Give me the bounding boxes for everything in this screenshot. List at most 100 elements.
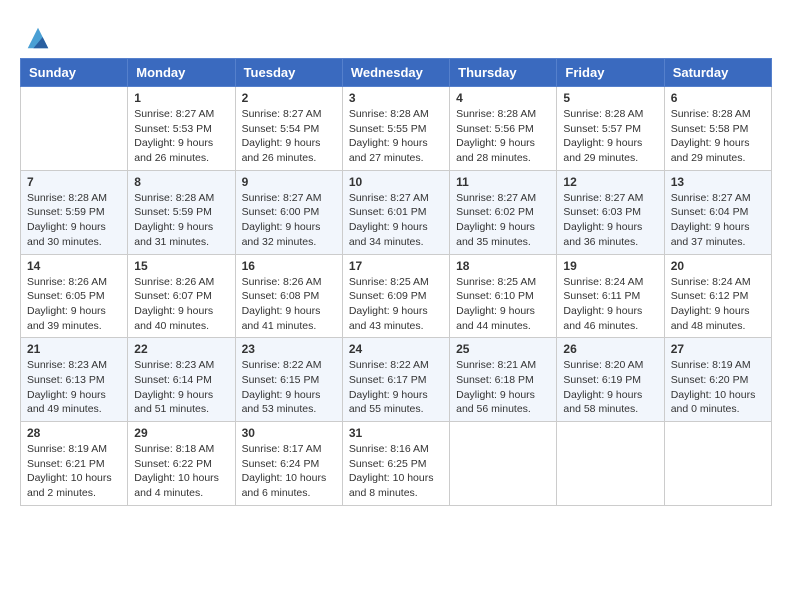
calendar-cell: 7 Sunrise: 8:28 AMSunset: 5:59 PMDaylight… [21, 170, 128, 254]
day-info: Sunrise: 8:26 AMSunset: 6:07 PMDaylight:… [134, 275, 228, 334]
calendar-week-row: 1 Sunrise: 8:27 AMSunset: 5:53 PMDaylight… [21, 87, 772, 171]
calendar-cell: 28 Sunrise: 8:19 AMSunset: 6:21 PMDayligh… [21, 422, 128, 506]
page-header [20, 20, 772, 52]
day-info: Sunrise: 8:24 AMSunset: 6:11 PMDaylight:… [563, 275, 657, 334]
calendar-cell: 13 Sunrise: 8:27 AMSunset: 6:04 PMDayligh… [664, 170, 771, 254]
weekday-header: Tuesday [235, 59, 342, 87]
day-info: Sunrise: 8:16 AMSunset: 6:25 PMDaylight:… [349, 442, 443, 501]
calendar-cell: 29 Sunrise: 8:18 AMSunset: 6:22 PMDayligh… [128, 422, 235, 506]
day-number: 27 [671, 342, 765, 356]
calendar-cell: 19Sunrise: 8:24 AMSunset: 6:11 PMDayligh… [557, 254, 664, 338]
day-number: 7 [27, 175, 121, 189]
day-number: 12 [563, 175, 657, 189]
day-number: 23 [242, 342, 336, 356]
day-info: Sunrise: 8:27 AMSunset: 5:53 PMDaylight:… [134, 107, 228, 166]
calendar-cell: 4 Sunrise: 8:28 AMSunset: 5:56 PMDaylight… [450, 87, 557, 171]
day-info: Sunrise: 8:22 AMSunset: 6:15 PMDaylight:… [242, 358, 336, 417]
day-number: 9 [242, 175, 336, 189]
day-number: 1 [134, 91, 228, 105]
weekday-header: Wednesday [342, 59, 449, 87]
day-number: 24 [349, 342, 443, 356]
day-info: Sunrise: 8:27 AMSunset: 6:02 PMDaylight:… [456, 191, 550, 250]
calendar-cell: 21 Sunrise: 8:23 AMSunset: 6:13 PMDayligh… [21, 338, 128, 422]
day-number: 21 [27, 342, 121, 356]
weekday-header: Friday [557, 59, 664, 87]
calendar-cell: 12 Sunrise: 8:27 AMSunset: 6:03 PMDayligh… [557, 170, 664, 254]
day-number: 26 [563, 342, 657, 356]
day-info: Sunrise: 8:28 AMSunset: 5:57 PMDaylight:… [563, 107, 657, 166]
day-number: 6 [671, 91, 765, 105]
day-info: Sunrise: 8:28 AMSunset: 5:58 PMDaylight:… [671, 107, 765, 166]
calendar-cell: 25Sunrise: 8:21 AMSunset: 6:18 PMDayligh… [450, 338, 557, 422]
calendar-cell: 6 Sunrise: 8:28 AMSunset: 5:58 PMDaylight… [664, 87, 771, 171]
day-info: Sunrise: 8:27 AMSunset: 6:01 PMDaylight:… [349, 191, 443, 250]
calendar-header-row: SundayMondayTuesdayWednesdayThursdayFrid… [21, 59, 772, 87]
day-number: 30 [242, 426, 336, 440]
day-number: 20 [671, 259, 765, 273]
calendar-cell: 16 Sunrise: 8:26 AMSunset: 6:08 PMDayligh… [235, 254, 342, 338]
day-number: 5 [563, 91, 657, 105]
day-info: Sunrise: 8:23 AMSunset: 6:13 PMDaylight:… [27, 358, 121, 417]
day-info: Sunrise: 8:28 AMSunset: 5:59 PMDaylight:… [134, 191, 228, 250]
calendar-week-row: 21 Sunrise: 8:23 AMSunset: 6:13 PMDayligh… [21, 338, 772, 422]
day-number: 28 [27, 426, 121, 440]
day-info: Sunrise: 8:18 AMSunset: 6:22 PMDaylight:… [134, 442, 228, 501]
calendar-cell [664, 422, 771, 506]
calendar-cell: 22 Sunrise: 8:23 AMSunset: 6:14 PMDayligh… [128, 338, 235, 422]
weekday-header: Sunday [21, 59, 128, 87]
day-info: Sunrise: 8:19 AMSunset: 6:20 PMDaylight:… [671, 358, 765, 417]
day-number: 22 [134, 342, 228, 356]
calendar-cell: 31 Sunrise: 8:16 AMSunset: 6:25 PMDayligh… [342, 422, 449, 506]
day-number: 3 [349, 91, 443, 105]
day-number: 13 [671, 175, 765, 189]
day-info: Sunrise: 8:28 AMSunset: 5:59 PMDaylight:… [27, 191, 121, 250]
calendar-cell: 2 Sunrise: 8:27 AMSunset: 5:54 PMDaylight… [235, 87, 342, 171]
calendar-cell [557, 422, 664, 506]
day-info: Sunrise: 8:25 AMSunset: 6:10 PMDaylight:… [456, 275, 550, 334]
day-info: Sunrise: 8:28 AMSunset: 5:56 PMDaylight:… [456, 107, 550, 166]
calendar-cell: 5 Sunrise: 8:28 AMSunset: 5:57 PMDaylight… [557, 87, 664, 171]
day-number: 4 [456, 91, 550, 105]
day-number: 29 [134, 426, 228, 440]
day-info: Sunrise: 8:20 AMSunset: 6:19 PMDaylight:… [563, 358, 657, 417]
calendar-cell: 23 Sunrise: 8:22 AMSunset: 6:15 PMDayligh… [235, 338, 342, 422]
day-info: Sunrise: 8:22 AMSunset: 6:17 PMDaylight:… [349, 358, 443, 417]
day-info: Sunrise: 8:27 AMSunset: 6:04 PMDaylight:… [671, 191, 765, 250]
calendar-cell: 14Sunrise: 8:26 AMSunset: 6:05 PMDayligh… [21, 254, 128, 338]
calendar-cell: 30 Sunrise: 8:17 AMSunset: 6:24 PMDayligh… [235, 422, 342, 506]
day-number: 16 [242, 259, 336, 273]
day-number: 31 [349, 426, 443, 440]
day-info: Sunrise: 8:27 AMSunset: 6:00 PMDaylight:… [242, 191, 336, 250]
day-info: Sunrise: 8:25 AMSunset: 6:09 PMDaylight:… [349, 275, 443, 334]
day-info: Sunrise: 8:17 AMSunset: 6:24 PMDaylight:… [242, 442, 336, 501]
calendar-cell [21, 87, 128, 171]
day-info: Sunrise: 8:26 AMSunset: 6:05 PMDaylight:… [27, 275, 121, 334]
calendar-cell: 8Sunrise: 8:28 AMSunset: 5:59 PMDaylight… [128, 170, 235, 254]
day-info: Sunrise: 8:24 AMSunset: 6:12 PMDaylight:… [671, 275, 765, 334]
day-info: Sunrise: 8:26 AMSunset: 6:08 PMDaylight:… [242, 275, 336, 334]
calendar-cell: 9 Sunrise: 8:27 AMSunset: 6:00 PMDaylight… [235, 170, 342, 254]
day-number: 18 [456, 259, 550, 273]
calendar-cell: 24 Sunrise: 8:22 AMSunset: 6:17 PMDayligh… [342, 338, 449, 422]
calendar-cell [450, 422, 557, 506]
calendar-cell: 10 Sunrise: 8:27 AMSunset: 6:01 PMDayligh… [342, 170, 449, 254]
calendar-cell: 17 Sunrise: 8:25 AMSunset: 6:09 PMDayligh… [342, 254, 449, 338]
day-number: 2 [242, 91, 336, 105]
calendar-week-row: 7 Sunrise: 8:28 AMSunset: 5:59 PMDaylight… [21, 170, 772, 254]
day-info: Sunrise: 8:27 AMSunset: 5:54 PMDaylight:… [242, 107, 336, 166]
day-number: 10 [349, 175, 443, 189]
calendar-cell: 26 Sunrise: 8:20 AMSunset: 6:19 PMDayligh… [557, 338, 664, 422]
day-info: Sunrise: 8:27 AMSunset: 6:03 PMDaylight:… [563, 191, 657, 250]
day-info: Sunrise: 8:21 AMSunset: 6:18 PMDaylight:… [456, 358, 550, 417]
day-info: Sunrise: 8:28 AMSunset: 5:55 PMDaylight:… [349, 107, 443, 166]
logo [20, 24, 52, 52]
day-info: Sunrise: 8:19 AMSunset: 6:21 PMDaylight:… [27, 442, 121, 501]
calendar-cell: 18 Sunrise: 8:25 AMSunset: 6:10 PMDayligh… [450, 254, 557, 338]
weekday-header: Monday [128, 59, 235, 87]
calendar-cell: 15Sunrise: 8:26 AMSunset: 6:07 PMDayligh… [128, 254, 235, 338]
day-number: 11 [456, 175, 550, 189]
calendar-cell: 20 Sunrise: 8:24 AMSunset: 6:12 PMDayligh… [664, 254, 771, 338]
day-info: Sunrise: 8:23 AMSunset: 6:14 PMDaylight:… [134, 358, 228, 417]
day-number: 17 [349, 259, 443, 273]
calendar-cell: 1 Sunrise: 8:27 AMSunset: 5:53 PMDaylight… [128, 87, 235, 171]
